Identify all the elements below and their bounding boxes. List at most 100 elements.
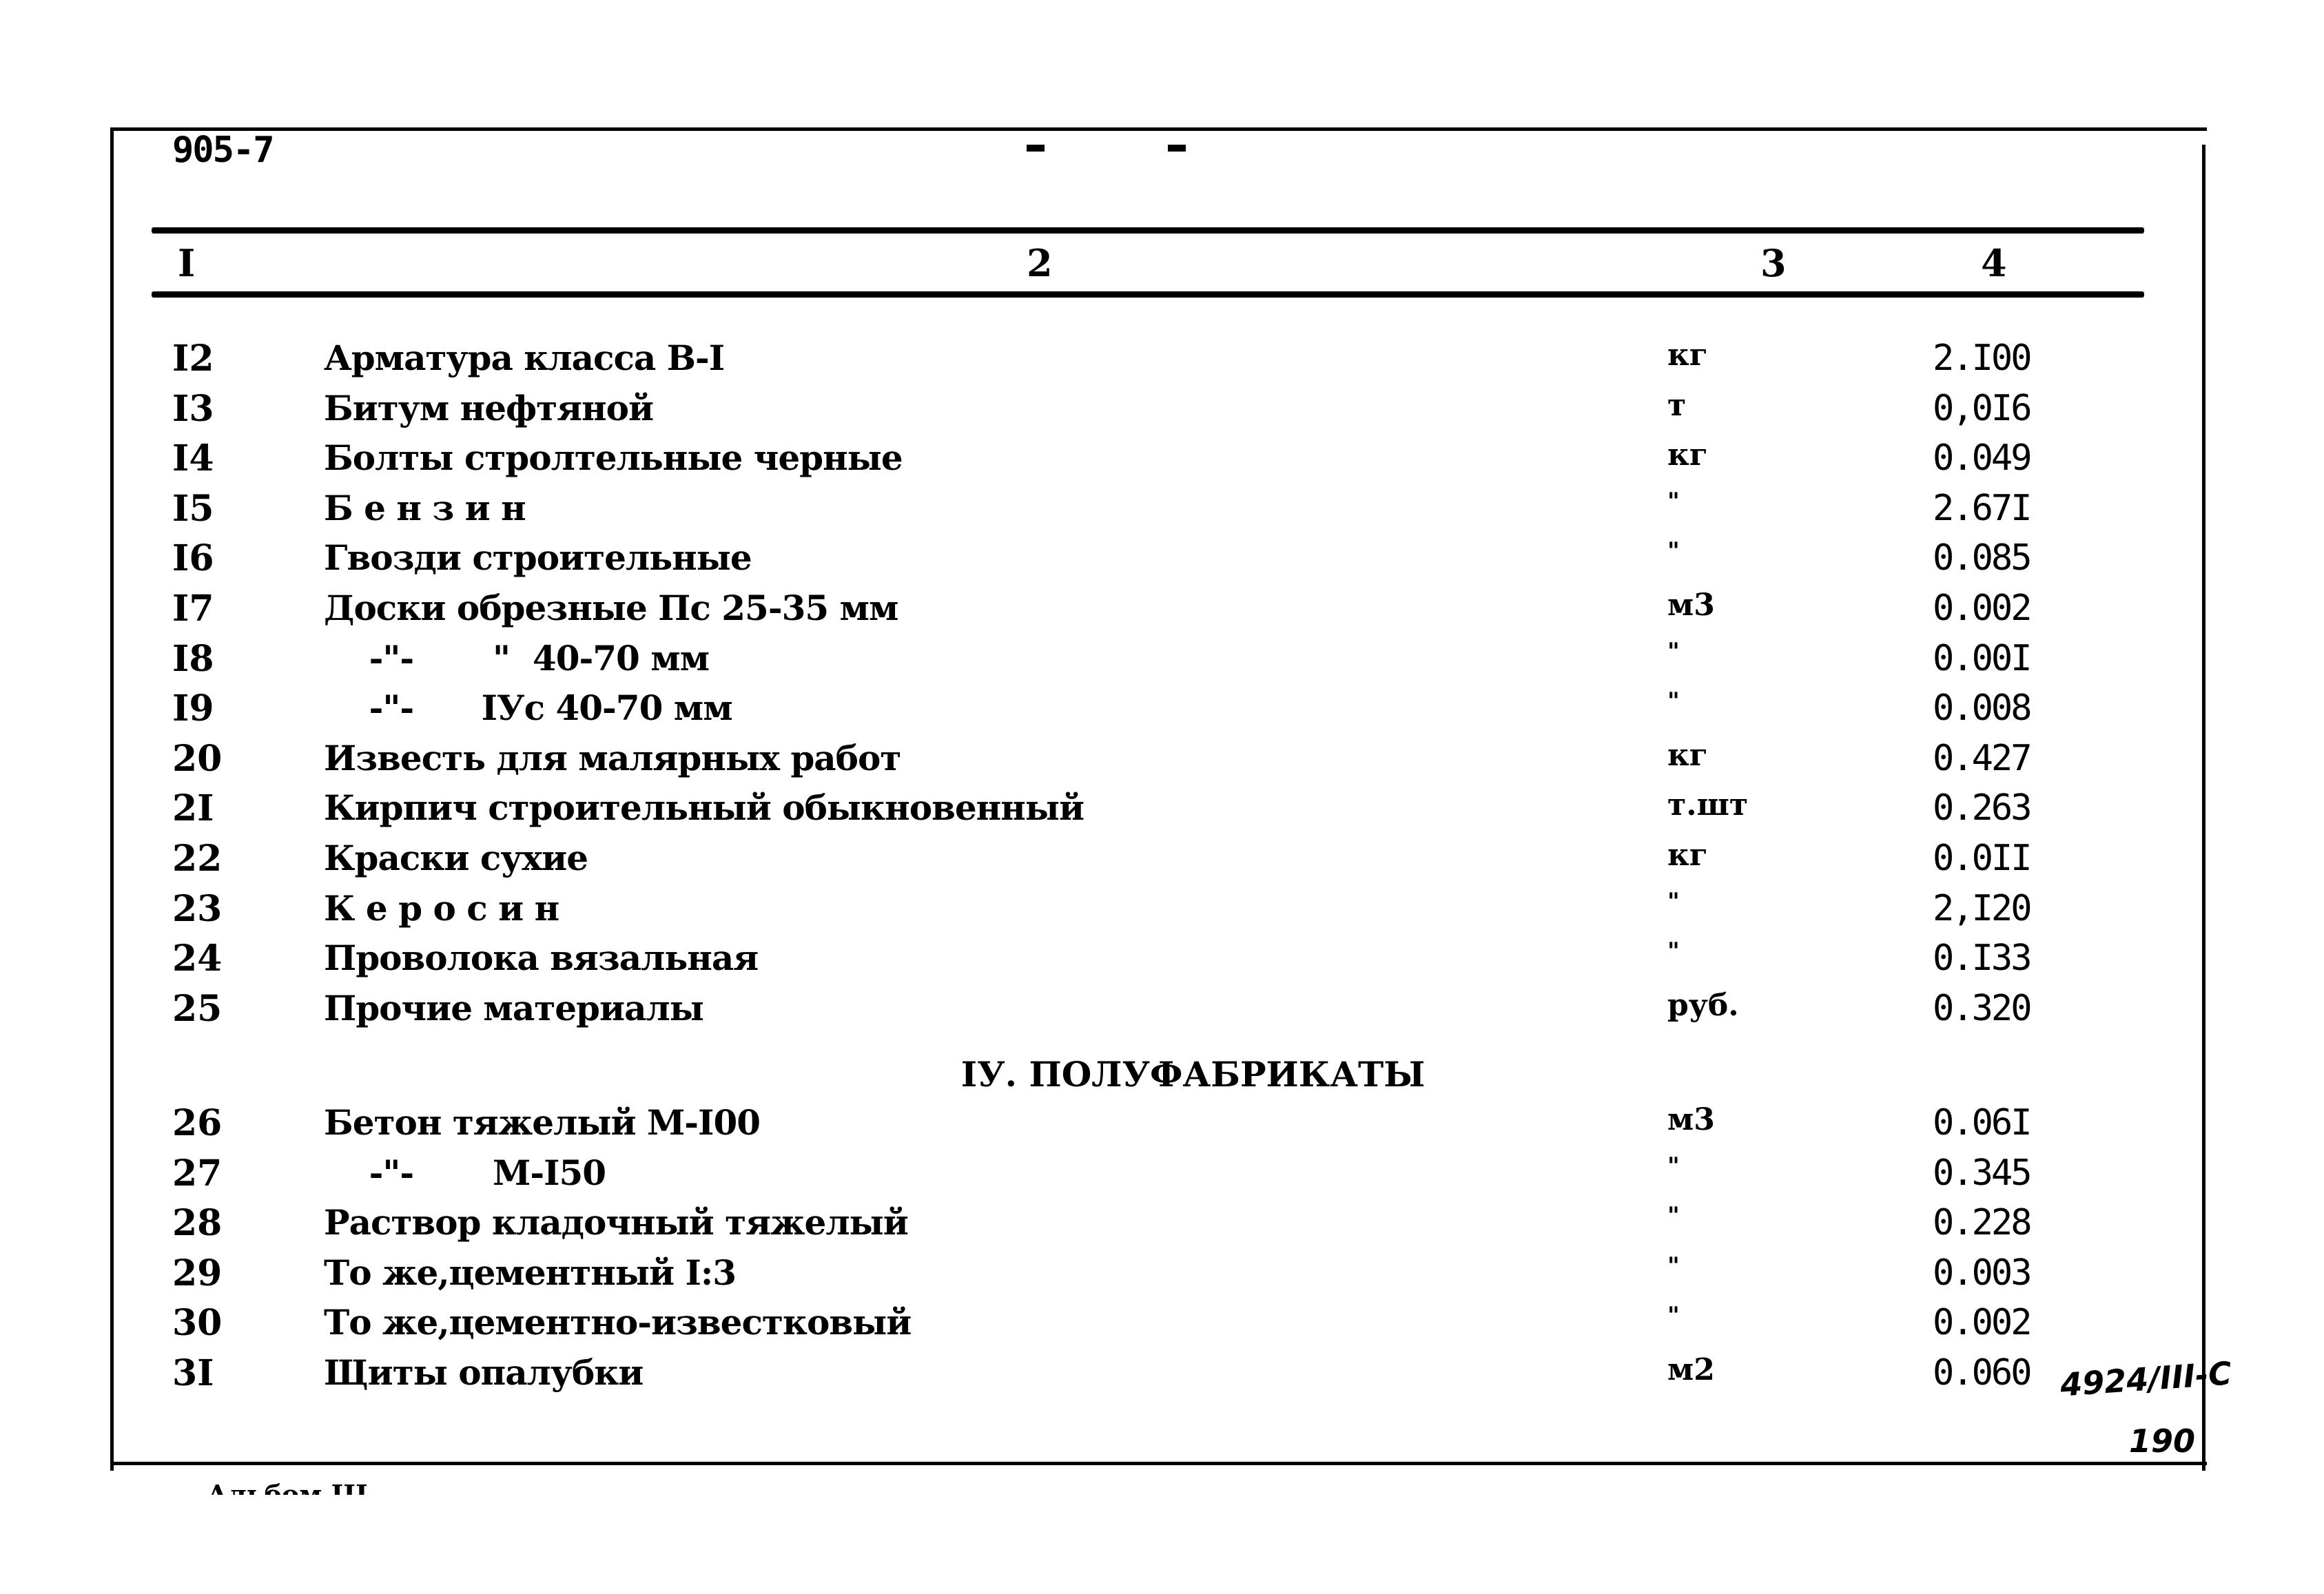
quantity-value: 0.085 bbox=[1933, 537, 2033, 579]
material-name: Б е н з и н bbox=[324, 487, 526, 528]
material-name: Бетон тяжелый М-I00 bbox=[324, 1102, 761, 1143]
unit-of-measure: т.шт bbox=[1667, 787, 1749, 823]
table-row: 22 Краски сухие кг 0.0II bbox=[0, 838, 2324, 887]
quantity-value: 0.228 bbox=[1933, 1202, 2033, 1244]
table-row: 28 Раствор кладочный тяжелый " 0.228 bbox=[0, 1202, 2324, 1252]
quantity-value: 2.I00 bbox=[1933, 338, 2033, 379]
footer-fragment: Альбом III bbox=[207, 1479, 368, 1495]
material-name: Прочие материалы bbox=[324, 987, 704, 1028]
table-row: 20 Известь для малярных работ кг 0.427 bbox=[0, 738, 2324, 787]
table-row: 24 Проволока вязальная " 0.I33 bbox=[0, 938, 2324, 987]
quantity-value: 0.0II bbox=[1933, 838, 2033, 879]
column-header-2: 2 bbox=[1027, 241, 1053, 285]
row-number: 3I bbox=[172, 1352, 214, 1394]
quantity-value: 0.060 bbox=[1933, 1352, 2033, 1394]
unit-of-measure: т bbox=[1667, 387, 1687, 423]
table-row: 26 Бетон тяжелый М-I00 м3 0.06I bbox=[0, 1102, 2324, 1152]
row-number: 30 bbox=[172, 1302, 223, 1345]
material-name: Известь для малярных работ bbox=[324, 737, 901, 778]
column-header-1: I bbox=[178, 241, 196, 285]
material-name: Гвозди строительные bbox=[324, 537, 752, 579]
table-row: 25 Прочие материалы руб. 0.320 bbox=[0, 988, 2324, 1037]
quantity-value: 0.06I bbox=[1933, 1102, 2033, 1143]
material-name: То же,цементно-известковый bbox=[324, 1302, 912, 1343]
top-mark-1 bbox=[1027, 145, 1045, 152]
column-header-4: 4 bbox=[1981, 241, 2007, 285]
table-row: 23 К е р о с и н " 2,I20 bbox=[0, 888, 2324, 938]
row-number: I8 bbox=[172, 637, 214, 680]
row-number: I6 bbox=[172, 537, 214, 580]
material-name: Щиты опалубки bbox=[324, 1352, 644, 1393]
row-number: 23 bbox=[172, 887, 223, 930]
quantity-value: 0.263 bbox=[1933, 787, 2033, 829]
material-name: -"- IУс 40-70 мм bbox=[324, 687, 733, 729]
row-number: 25 bbox=[172, 987, 223, 1030]
row-number: I4 bbox=[172, 437, 214, 480]
section-title: IУ. ПОЛУФАБРИКАТЫ bbox=[960, 1054, 1426, 1095]
unit-of-measure: " bbox=[1667, 887, 1680, 915]
unit-of-measure: кг bbox=[1667, 737, 1708, 773]
unit-of-measure: " bbox=[1667, 1252, 1680, 1280]
unit-of-measure: " bbox=[1667, 687, 1680, 716]
unit-of-measure: кг bbox=[1667, 437, 1708, 473]
quantity-value: 0.002 bbox=[1933, 1302, 2033, 1344]
unit-of-measure: " bbox=[1667, 537, 1680, 566]
material-name: Болты стролтельные черные bbox=[324, 437, 903, 479]
row-number: I5 bbox=[172, 487, 214, 530]
material-name: К е р о с и н bbox=[324, 887, 559, 929]
header-bottom-rule bbox=[152, 291, 2144, 298]
row-number: 22 bbox=[172, 838, 223, 880]
unit-of-measure: " bbox=[1667, 938, 1680, 966]
table-row: I3 Битум нефтяной т 0,0I6 bbox=[0, 388, 2324, 437]
material-name: -"- " 40-70 мм bbox=[324, 637, 710, 679]
unit-of-measure: руб. bbox=[1667, 987, 1739, 1023]
quantity-value: 0.345 bbox=[1933, 1152, 2033, 1194]
material-name: Кирпич строительный обыкновенный bbox=[324, 787, 1084, 829]
material-name: -"- М-I50 bbox=[324, 1152, 606, 1193]
table-row: 29 То же,цементный I:3 " 0.003 bbox=[0, 1252, 2324, 1302]
unit-of-measure: " bbox=[1667, 637, 1680, 665]
table-row: I5 Б е н з и н " 2.67I bbox=[0, 488, 2324, 537]
quantity-value: 0.003 bbox=[1933, 1252, 2033, 1294]
table-row: 30 То же,цементно-известковый " 0.002 bbox=[0, 1302, 2324, 1352]
top-mark-2 bbox=[1168, 145, 1186, 152]
row-number: 26 bbox=[172, 1102, 223, 1144]
quantity-value: 0.00I bbox=[1933, 637, 2033, 679]
row-number: 20 bbox=[172, 737, 223, 780]
table-row: I6 Гвозди строительные " 0.085 bbox=[0, 537, 2324, 587]
row-number: 28 bbox=[172, 1202, 223, 1245]
table-row: 2I Кирпич строительный обыкновенный т.шт 0.… bbox=[0, 787, 2324, 837]
material-name: Доски обрезные Пс 25-35 мм bbox=[324, 588, 898, 628]
table-row: 3I Щиты опалубки м2 0.060 bbox=[0, 1352, 2324, 1402]
quantity-value: 0.049 bbox=[1933, 437, 2033, 479]
row-number: I3 bbox=[172, 387, 214, 430]
quantity-value: 2.67I bbox=[1933, 487, 2033, 529]
material-name: Арматура класса В-I bbox=[324, 338, 725, 378]
row-number: 29 bbox=[172, 1252, 223, 1294]
document-code: 905-7 bbox=[172, 130, 275, 171]
material-name: Краски сухие bbox=[324, 838, 588, 878]
row-number: 2I bbox=[172, 787, 214, 830]
unit-of-measure: " bbox=[1667, 487, 1680, 515]
quantity-value: 2,I20 bbox=[1933, 887, 2033, 929]
table-row: I7 Доски обрезные Пс 25-35 мм м3 0.002 bbox=[0, 588, 2324, 637]
quantity-value: 0.002 bbox=[1933, 588, 2033, 629]
material-name: Проволока вязальная bbox=[324, 938, 759, 979]
table-row: I9 -"- IУс 40-70 мм " 0.008 bbox=[0, 687, 2324, 737]
quantity-value: 0.I33 bbox=[1933, 938, 2033, 980]
unit-of-measure: " bbox=[1667, 1202, 1680, 1230]
handwritten-page-number: 190 bbox=[2129, 1422, 2196, 1460]
unit-of-measure: кг bbox=[1667, 338, 1708, 373]
row-number: I9 bbox=[172, 687, 214, 730]
unit-of-measure: " bbox=[1667, 1302, 1680, 1330]
frame-top-border bbox=[112, 127, 2207, 131]
unit-of-measure: м3 bbox=[1667, 1102, 1715, 1137]
row-number: I2 bbox=[172, 338, 214, 380]
quantity-value: 0.427 bbox=[1933, 737, 2033, 779]
unit-of-measure: " bbox=[1667, 1152, 1680, 1180]
material-name: Раствор кладочный тяжелый bbox=[324, 1202, 909, 1243]
header-top-rule bbox=[152, 227, 2144, 234]
material-name: То же,цементный I:3 bbox=[324, 1252, 737, 1293]
quantity-value: 0,0I6 bbox=[1933, 387, 2033, 429]
table-row: I8 -"- " 40-70 мм " 0.00I bbox=[0, 638, 2324, 687]
